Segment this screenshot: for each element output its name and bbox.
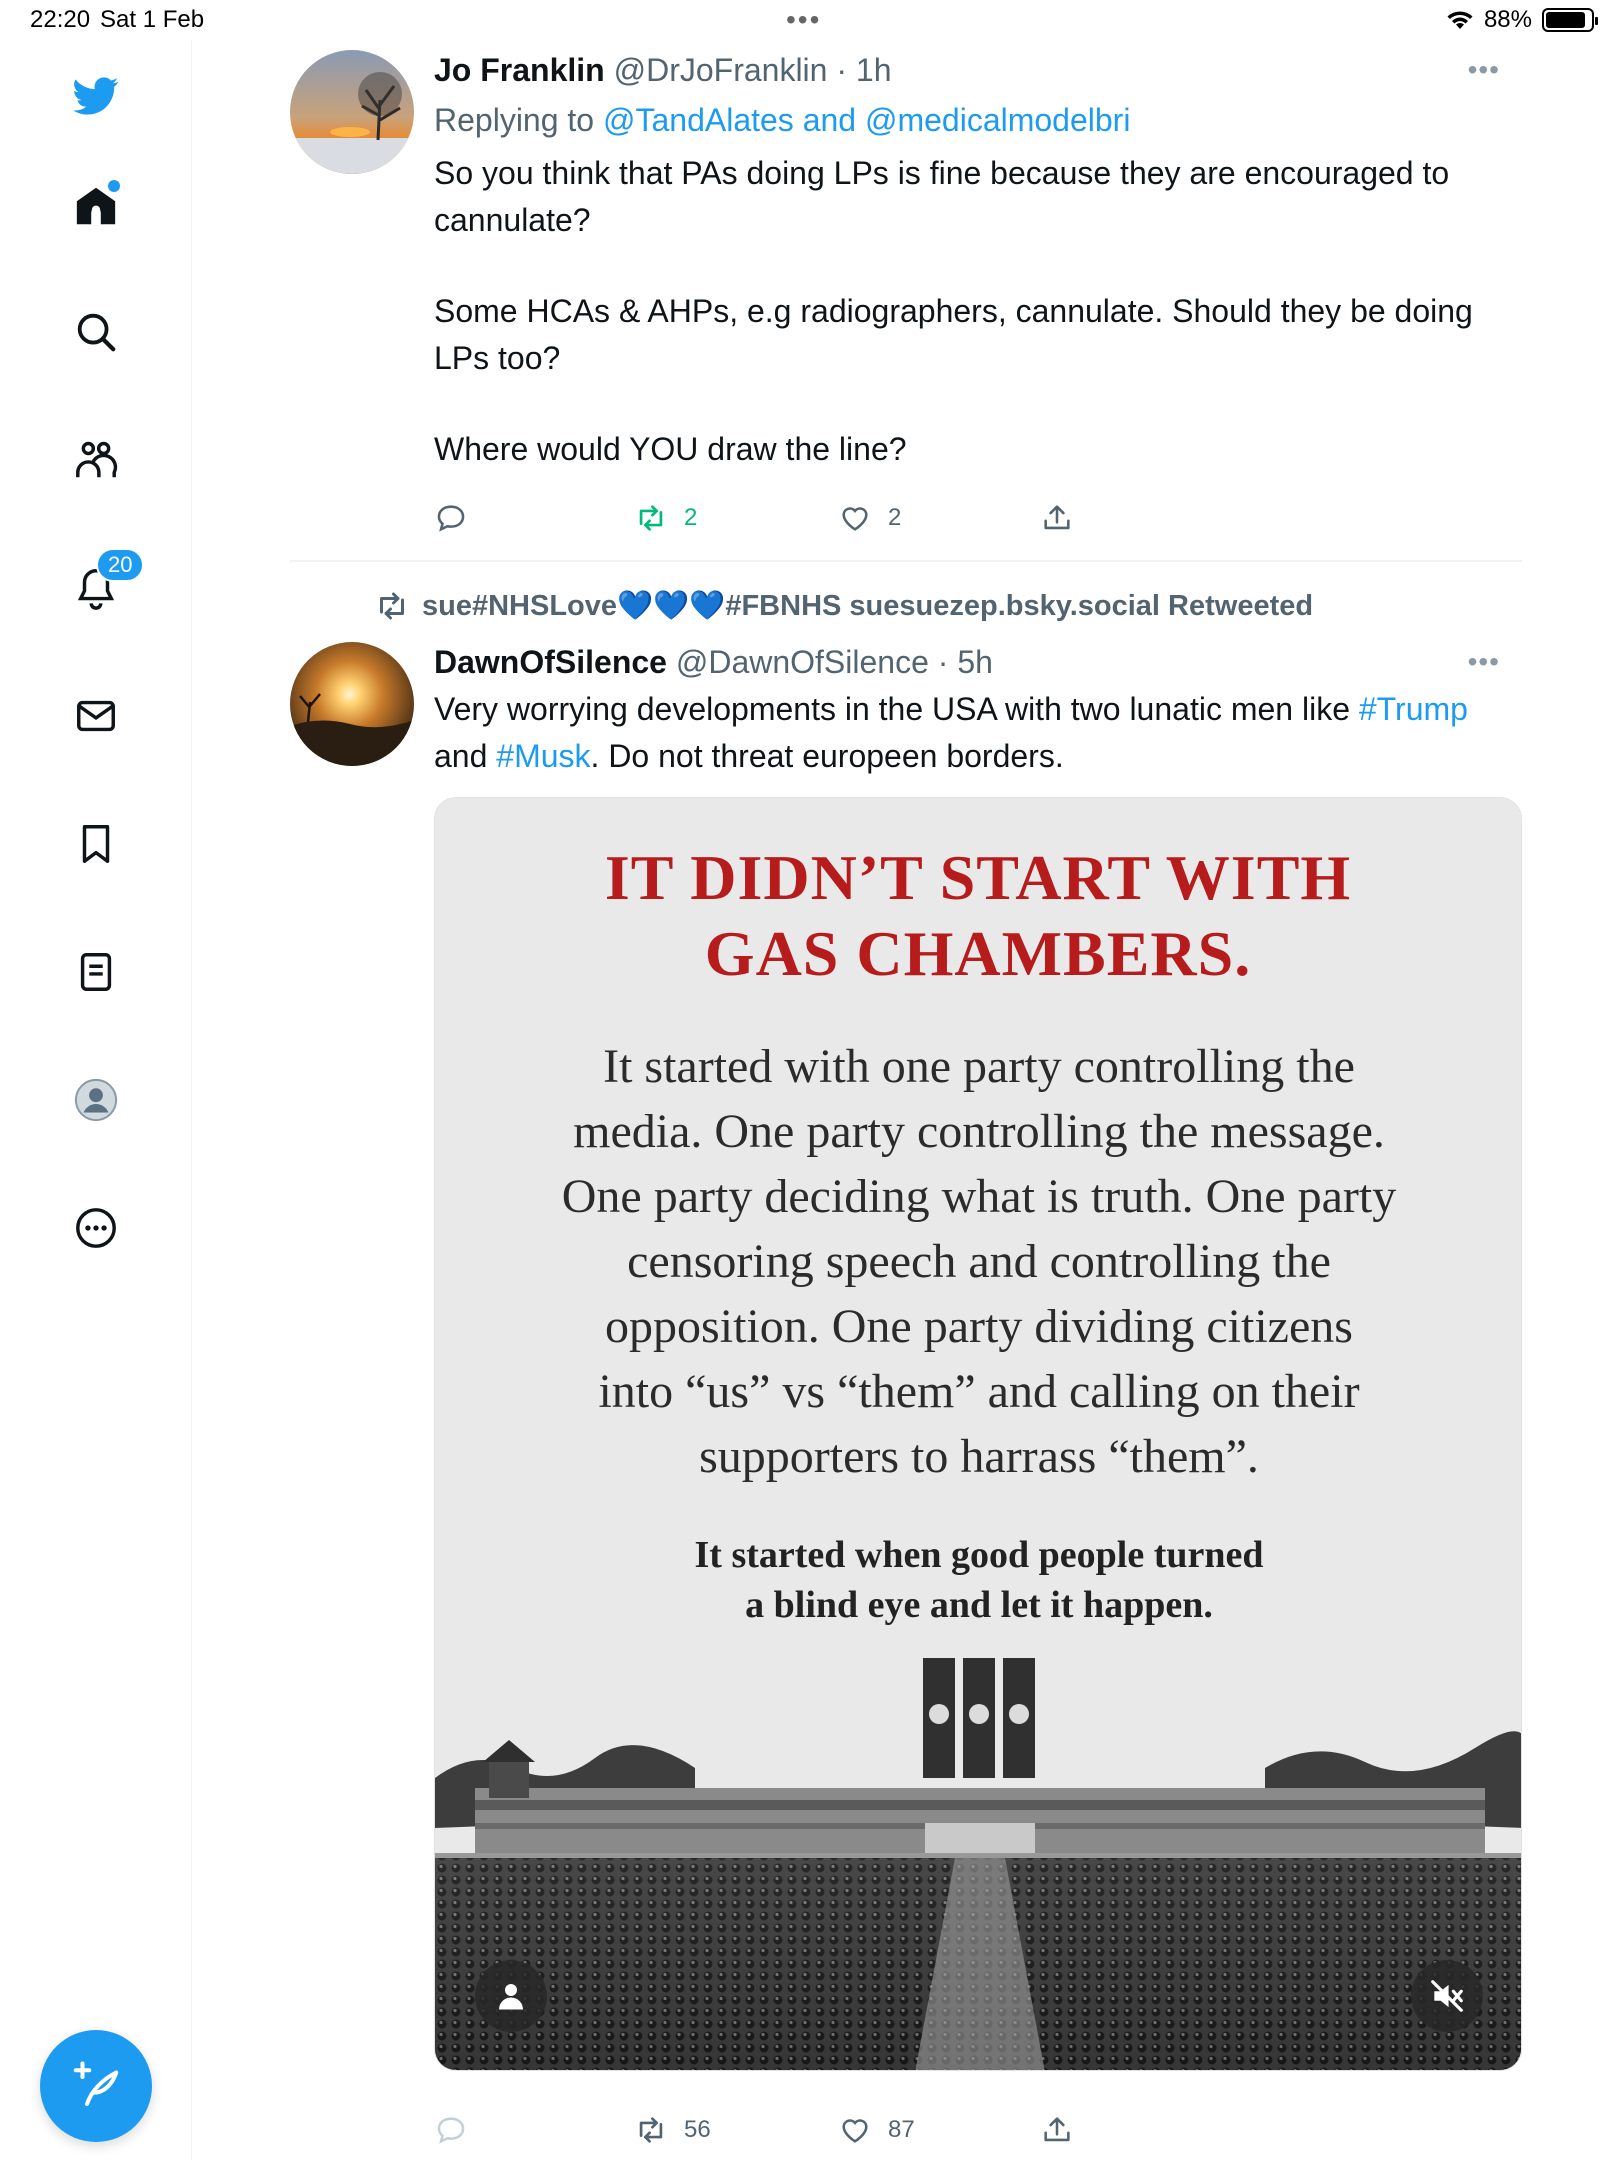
share-button[interactable] [1040,2113,1074,2147]
like-icon [842,507,868,531]
tag-people-button[interactable] [475,1960,547,2032]
reply-user-link[interactable]: @TandAlates [603,102,794,138]
author-name[interactable]: DawnOfSilence [434,644,667,680]
share-button[interactable] [1040,501,1074,535]
like-count: 2 [888,504,902,531]
hashtag-link[interactable]: #Musk [496,738,590,774]
tweet-time-separator: · [928,644,958,680]
reply-button[interactable] [434,501,468,535]
tweet-body: Jo Franklin @DrJoFranklin · 1h ••• Reply… [434,50,1524,551]
twitter-logo-icon[interactable] [66,66,126,126]
compose-icon [73,2061,119,2107]
tweet-text: So you think that PAs doing LPs is fine … [434,150,1524,473]
compose-button[interactable] [40,2030,152,2142]
retweet-icon [380,592,404,620]
home-unread-dot [108,180,120,192]
reply-user-link[interactable]: @medicalmodelbri [865,102,1130,138]
retweet-count: 56 [684,2116,711,2143]
reply-and[interactable]: and [803,102,856,138]
tweet-text-part: Very worrying developments in the USA wi… [434,691,1350,727]
messages-icon[interactable] [66,686,126,746]
reply-icon [437,505,465,532]
like-button[interactable]: 2 [838,501,901,535]
person-tag-icon [499,1984,523,2010]
retweet-button[interactable]: 2 [634,501,697,535]
tweet-actions: 56 87 [434,2113,1522,2163]
rally-photo [435,1658,1521,2070]
blue-hearts: 💙💙💙 [617,590,726,622]
tweet-time[interactable]: 5h [957,644,993,680]
status-time: 22:20 [30,6,91,33]
retweeted-by[interactable]: sue#NHSLove💙💙💙#FBNHS suesuezep.bsky.soci… [374,588,1313,624]
share-icon [1044,2117,1070,2142]
hashtag-link[interactable]: #Trump [1359,691,1468,727]
like-button[interactable]: 87 [838,2113,915,2147]
tweet-paragraph: Where would YOU draw the line? [434,431,907,467]
tweet-divider [290,560,1522,562]
notifications-badge: 20 [96,548,145,582]
mute-icon [1431,1980,1463,2012]
tweet-media-image[interactable]: IT DIDN’T START WITH GAS CHAMBERS. It st… [434,797,1522,2071]
retweet-icon [639,2117,663,2143]
author-name[interactable]: Jo Franklin [434,52,605,88]
more-options-icon[interactable]: ••• [1468,54,1500,86]
poster-title: IT DIDN’T START WITH GAS CHAMBERS. [604,842,1352,989]
author-handle[interactable]: @DrJoFranklin [614,52,828,88]
like-count: 87 [888,2116,915,2143]
home-icon[interactable] [66,176,126,236]
mute-button[interactable] [1411,1960,1483,2032]
retweeter-name: sue#NHSLove💙💙💙#FBNHS suesuezep.bsky.soci… [422,590,1314,622]
lists-icon[interactable] [66,942,126,1002]
communities-icon[interactable] [66,430,126,490]
tweet-text: Very worrying developments in the USA wi… [434,686,1524,780]
share-icon [1044,505,1070,530]
tweet-text-part: . Do not threat europeen borders. [590,738,1064,774]
retweet-count: 2 [684,504,698,531]
reply-button[interactable] [434,2113,468,2147]
tweet-header: DawnOfSilence @DawnOfSilence · 5h [434,642,1524,682]
retweet-button[interactable]: 56 [634,2113,711,2147]
tweet-time-separator: · [827,52,856,88]
tweet-paragraph: Some HCAs & AHPs, e.g radiographers, can… [434,293,1473,376]
more-options-icon[interactable]: ••• [1468,646,1500,678]
tweet-header: Jo Franklin @DrJoFranklin · 1h [434,50,1524,90]
battery-icon [1542,8,1598,32]
poster-footer: It started when good people turned a bli… [694,1534,1264,1626]
tweet-actions: 2 2 [434,501,1524,551]
tweet-body: DawnOfSilence @DawnOfSilence · 5h ••• Ve… [434,642,1524,780]
more-icon[interactable] [66,1198,126,1258]
bookmarks-icon[interactable] [66,814,126,874]
battery-percent: 88% [1483,6,1532,33]
like-icon [842,2119,868,2143]
status-date: Sat 1 Feb [100,6,205,33]
retweet-icon [639,505,663,531]
avatar[interactable] [290,642,414,766]
notifications-icon[interactable]: 20 [66,548,145,618]
poster-body: It started with one party controlling th… [561,1040,1397,1483]
replying-to: Replying to @TandAlates and @medicalmode… [434,100,1524,140]
profile-icon[interactable] [66,1070,126,1130]
tweet-text-part: and [434,738,488,774]
reply-icon [437,2117,465,2144]
wifi-icon [1447,11,1473,29]
author-handle[interactable]: @DawnOfSilence [676,644,929,680]
status-right: 88% [1446,6,1598,34]
tweet-paragraph: So you think that PAs doing LPs is fine … [434,155,1450,238]
replying-prefix: Replying to [434,102,595,138]
tweet-time[interactable]: 1h [856,52,892,88]
status-bar: 22:20 Sat 1 Feb ••• 88% [0,0,1620,40]
avatar[interactable] [290,50,414,174]
search-icon[interactable] [66,302,126,362]
sidebar: 20 [0,40,192,2160]
multitasking-dots-icon[interactable]: ••• [786,4,821,36]
